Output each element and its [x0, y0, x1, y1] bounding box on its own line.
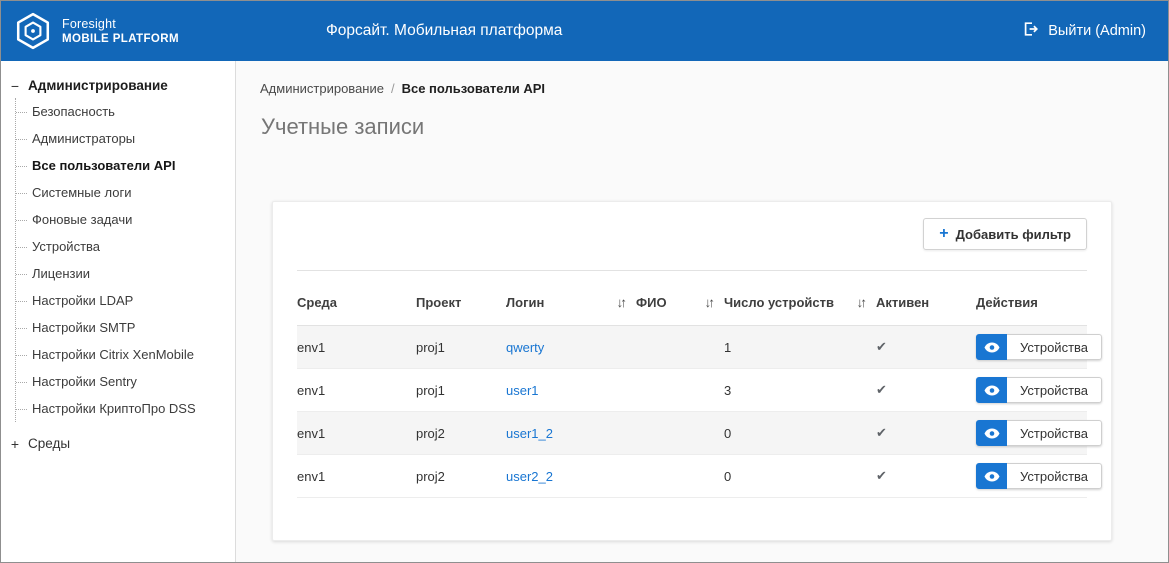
view-eye-button[interactable] [976, 420, 1007, 446]
table-row: env1 proj1 user1 3 ✔ Устройства [297, 369, 1087, 412]
logo-subtitle: MOBILE PLATFORM [62, 33, 179, 45]
sidebar-section-environments-label: Среды [28, 436, 70, 451]
logout-button[interactable]: Выйти (Admin) [1021, 20, 1146, 42]
row-actions: Устройства [976, 334, 1102, 360]
accounts-table: Среда Проект Логин↓↑ ФИО↓↑ Число устройс… [297, 270, 1087, 498]
card-toolbar: + Добавить фильтр [297, 218, 1087, 250]
add-filter-label: Добавить фильтр [956, 227, 1071, 242]
app-title: Форсайт. Мобильная платформа [326, 22, 562, 40]
cell-project: proj2 [416, 455, 506, 498]
breadcrumb-current: Все пользователи API [402, 81, 545, 96]
view-eye-button[interactable] [976, 334, 1007, 360]
add-filter-button[interactable]: + Добавить фильтр [923, 218, 1087, 250]
table-header-row: Среда Проект Логин↓↑ ФИО↓↑ Число устройс… [297, 271, 1087, 326]
row-actions: Устройства [976, 420, 1102, 446]
page-title: Учетные записи [261, 114, 424, 140]
cell-devices-count: 1 [724, 326, 876, 369]
cell-fio [636, 369, 724, 412]
view-eye-button[interactable] [976, 377, 1007, 403]
col-header-active: Активен [876, 271, 976, 326]
sort-icon-devices-count[interactable]: ↓↑ [857, 295, 869, 310]
login-link[interactable]: user1 [506, 383, 539, 398]
login-link[interactable]: qwerty [506, 340, 544, 355]
sidebar-item-devices[interactable]: Устройства [16, 233, 235, 260]
active-check-icon: ✔ [876, 468, 887, 483]
logout-icon [1021, 20, 1039, 42]
accounts-card: + Добавить фильтр Среда Проект Логин↓↑ [272, 201, 1112, 541]
cell-fio [636, 412, 724, 455]
logo-text: Foresight MOBILE PLATFORM [62, 17, 179, 45]
sort-icon-fio[interactable]: ↓↑ [705, 295, 717, 310]
sidebar-item-smtp-settings[interactable]: Настройки SMTP [16, 314, 235, 341]
breadcrumb-administration[interactable]: Администрирование [260, 81, 384, 96]
cell-devices-count: 0 [724, 412, 876, 455]
col-header-env: Среда [297, 271, 416, 326]
breadcrumb: Администрирование / Все пользователи API [260, 81, 545, 96]
sidebar-section-administration-label: Администрирование [28, 78, 168, 93]
col-header-fio: ФИО↓↑ [636, 271, 724, 326]
sidebar-item-sentry-settings[interactable]: Настройки Sentry [16, 368, 235, 395]
active-check-icon: ✔ [876, 339, 887, 354]
cell-project: proj1 [416, 369, 506, 412]
cell-project: proj2 [416, 412, 506, 455]
app-window: Foresight MOBILE PLATFORM Форсайт. Мобил… [0, 0, 1169, 563]
col-header-project: Проект [416, 271, 506, 326]
sidebar-item-system-logs[interactable]: Системные логи [16, 179, 235, 206]
app-logo: Foresight MOBILE PLATFORM [1, 12, 179, 50]
cell-fio [636, 326, 724, 369]
cell-devices-count: 3 [724, 369, 876, 412]
sidebar-item-licenses[interactable]: Лицензии [16, 260, 235, 287]
main-content: Администрирование / Все пользователи API У… [236, 61, 1168, 562]
table-row: env1 proj2 user2_2 0 ✔ Устройства [297, 455, 1087, 498]
sort-icon-login[interactable]: ↓↑ [617, 295, 629, 310]
sidebar-item-background-tasks[interactable]: Фоновые задачи [16, 206, 235, 233]
login-link[interactable]: user1_2 [506, 426, 553, 441]
cell-fio [636, 455, 724, 498]
expand-icon[interactable]: + [9, 437, 21, 451]
sidebar-item-security[interactable]: Безопасность [16, 98, 235, 125]
top-header: Foresight MOBILE PLATFORM Форсайт. Мобил… [1, 1, 1168, 61]
sidebar-item-citrix-settings[interactable]: Настройки Citrix XenMobile [16, 341, 235, 368]
sidebar-section-environments[interactable]: + Среды [1, 431, 235, 456]
devices-button[interactable]: Устройства [1007, 334, 1102, 360]
foresight-logo-icon [14, 12, 52, 50]
row-actions: Устройства [976, 377, 1102, 403]
view-eye-button[interactable] [976, 463, 1007, 489]
breadcrumb-separator: / [391, 81, 395, 96]
login-link[interactable]: user2_2 [506, 469, 553, 484]
logo-title: Foresight [62, 17, 179, 31]
cell-env: env1 [297, 412, 416, 455]
active-check-icon: ✔ [876, 382, 887, 397]
col-header-actions: Действия [976, 271, 1087, 326]
sidebar-item-api-users[interactable]: Все пользователи API [16, 152, 235, 179]
devices-button[interactable]: Устройства [1007, 377, 1102, 403]
plus-icon: + [939, 226, 948, 242]
table-row: env1 proj1 qwerty 1 ✔ Устройства [297, 326, 1087, 369]
sidebar-section-administration[interactable]: − Администрирование [1, 73, 235, 98]
row-actions: Устройства [976, 463, 1102, 489]
cell-env: env1 [297, 369, 416, 412]
cell-env: env1 [297, 326, 416, 369]
sidebar-item-cryptopro-settings[interactable]: Настройки КриптоПро DSS [16, 395, 235, 422]
cell-devices-count: 0 [724, 455, 876, 498]
logout-label: Выйти (Admin) [1048, 23, 1146, 39]
sidebar-item-ldap-settings[interactable]: Настройки LDAP [16, 287, 235, 314]
table-row: env1 proj2 user1_2 0 ✔ Устройства [297, 412, 1087, 455]
devices-button[interactable]: Устройства [1007, 420, 1102, 446]
col-header-login: Логин↓↑ [506, 271, 636, 326]
sidebar-administration-children: Безопасность Администраторы Все пользова… [15, 98, 235, 422]
devices-button[interactable]: Устройства [1007, 463, 1102, 489]
cell-env: env1 [297, 455, 416, 498]
active-check-icon: ✔ [876, 425, 887, 440]
sidebar-item-administrators[interactable]: Администраторы [16, 125, 235, 152]
cell-project: proj1 [416, 326, 506, 369]
collapse-icon[interactable]: − [9, 79, 21, 93]
sidebar: − Администрирование Безопасность Админис… [1, 61, 236, 562]
col-header-devices-count: Число устройств↓↑ [724, 271, 876, 326]
